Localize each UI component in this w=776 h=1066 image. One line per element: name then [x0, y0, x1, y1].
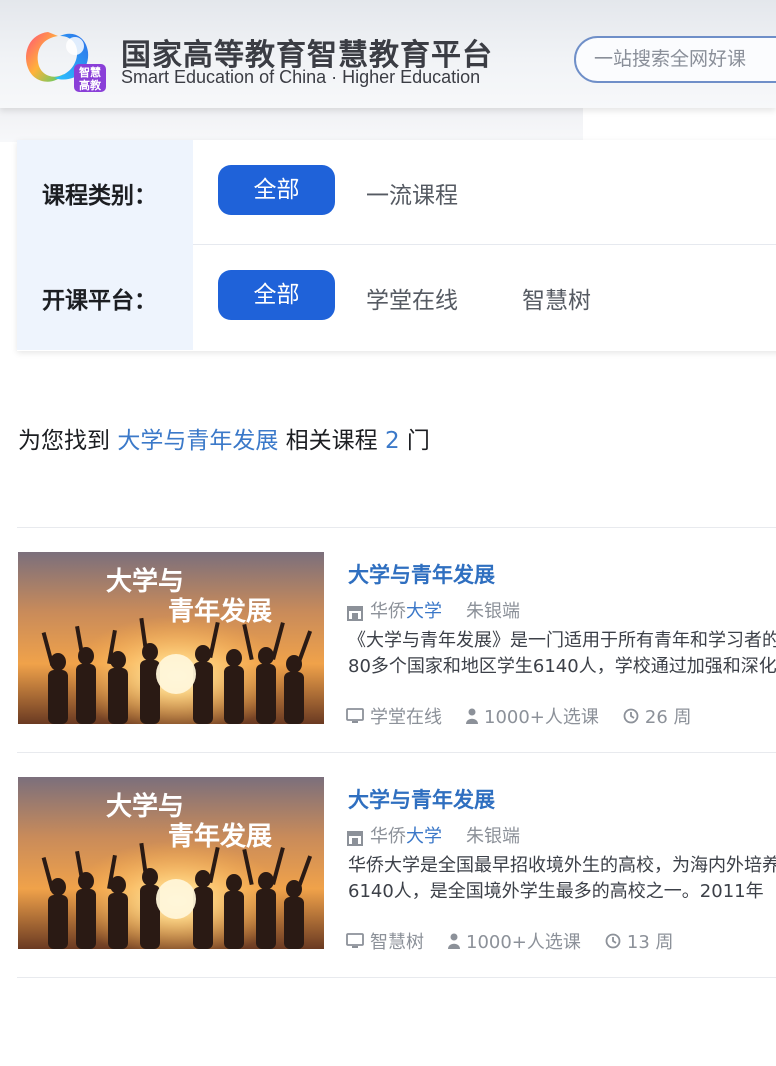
summary-middle: 相关课程	[285, 428, 378, 454]
filter-row-platform: 开课平台： 全部 学堂在线 智慧树	[17, 245, 776, 350]
course-meta: 华侨大学 朱银端	[346, 597, 520, 623]
course-enrollment: 1000+人选课	[466, 932, 581, 953]
thumbnail-text-2: 青年发展	[168, 821, 272, 852]
course-description-line1: 《大学与青年发展》是一门适用于所有青年和学习者的课程，学校已培养	[348, 630, 776, 651]
course-thumbnail[interactable]: 大学与 青年发展	[18, 552, 324, 724]
thumbnail-text-2: 青年发展	[168, 596, 272, 627]
divider	[17, 977, 776, 978]
university-icon	[347, 606, 363, 621]
filter-label-category: 课程类别：	[42, 183, 157, 209]
filter-row-category: 课程类别： 全部 一流课程	[17, 140, 776, 245]
course-enrollment: 1000+人选课	[484, 707, 599, 728]
course-footer: 智慧树 1000+人选课 13 周	[346, 928, 674, 954]
monitor-icon	[346, 933, 364, 948]
platform-option-xuetangx[interactable]: 学堂在线	[366, 281, 458, 315]
logo-badge-line2: 高教	[79, 78, 102, 92]
course-meta: 华侨大学 朱银端	[346, 822, 520, 848]
page-root: 智慧 高教 国家高等教育智慧教育平台 Smart Education of Ch…	[0, 0, 776, 1066]
search-input[interactable]: 一站搜索全网好课	[574, 36, 776, 83]
platform-option-zhihuishu[interactable]: 智慧树	[522, 281, 591, 315]
logo-badge-line1: 智慧	[79, 65, 101, 79]
university-name-part1[interactable]: 华侨	[370, 601, 406, 622]
teacher-name: 朱银端	[466, 601, 520, 622]
course-platform: 智慧树	[370, 932, 424, 953]
platform-logo-icon[interactable]: 智慧 高教	[18, 24, 106, 94]
course-description-line2: 80多个国家和地区学生6140人，学校通过加强和深化	[348, 656, 776, 677]
monitor-icon	[346, 708, 364, 723]
brand-title-en: Smart Education of China · Higher Educat…	[121, 67, 481, 87]
site-header: 智慧 高教 国家高等教育智慧教育平台 Smart Education of Ch…	[0, 0, 776, 108]
user-icon	[466, 708, 478, 724]
course-description-line1: 华侨大学是全国最早招收境外生的高校，为海内外培养各类人才	[348, 855, 776, 876]
university-name-part2[interactable]: 大学	[406, 601, 442, 622]
filter-label-platform: 开课平台：	[42, 288, 157, 314]
clock-icon	[605, 933, 621, 949]
course-description: 华侨大学是全国最早招收境外生的高校，为海内外培养各类人才 6140人，是全国境外…	[348, 853, 776, 905]
course-description: 《大学与青年发展》是一门适用于所有青年和学习者的课程，学校已培养 80多个国家和…	[348, 628, 776, 680]
course-title[interactable]: 大学与青年发展	[348, 784, 495, 814]
result-summary: 为您找到 大学与青年发展 相关课程 2 门	[18, 421, 430, 455]
course-footer: 学堂在线 1000+人选课 26 周	[346, 703, 692, 729]
summary-count: 2	[384, 428, 400, 454]
course-card[interactable]: 大学与 青年发展 大学与青年发展 华侨大学 朱银端 华侨大学是全国最早招收境外生的…	[0, 753, 776, 977]
course-title[interactable]: 大学与青年发展	[348, 559, 495, 589]
course-duration: 13 周	[626, 932, 674, 953]
summary-keyword: 大学与青年发展	[117, 428, 279, 454]
university-name-part1[interactable]: 华侨	[370, 826, 406, 847]
clock-icon	[623, 708, 639, 724]
summary-suffix: 门	[406, 428, 430, 454]
university-icon	[347, 831, 363, 846]
thumbnail-text-1: 大学与	[106, 791, 184, 822]
category-option-all[interactable]: 全部	[218, 165, 335, 215]
course-thumbnail[interactable]: 大学与 青年发展	[18, 777, 324, 949]
teacher-name: 朱银端	[466, 826, 520, 847]
course-duration: 26 周	[644, 707, 692, 728]
user-icon	[448, 933, 460, 949]
summary-prefix: 为您找到	[18, 428, 110, 454]
category-option-first-class[interactable]: 一流课程	[366, 176, 458, 210]
course-card[interactable]: 大学与 青年发展 大学与青年发展 华侨大学 朱银端 《大学与青年发展》是一门适用于…	[0, 528, 776, 752]
thumbnail-text-1: 大学与	[106, 566, 184, 597]
filter-panel: 课程类别： 全部 一流课程 开课平台： 全部 学堂在线 智慧树	[17, 140, 776, 351]
course-description-line2: 6140人，是全国境外学生最多的高校之一。2011年	[348, 881, 764, 902]
course-platform: 学堂在线	[370, 707, 442, 728]
platform-option-all[interactable]: 全部	[218, 270, 335, 320]
university-name-part2[interactable]: 大学	[406, 826, 442, 847]
header-shadow-band	[0, 108, 583, 142]
